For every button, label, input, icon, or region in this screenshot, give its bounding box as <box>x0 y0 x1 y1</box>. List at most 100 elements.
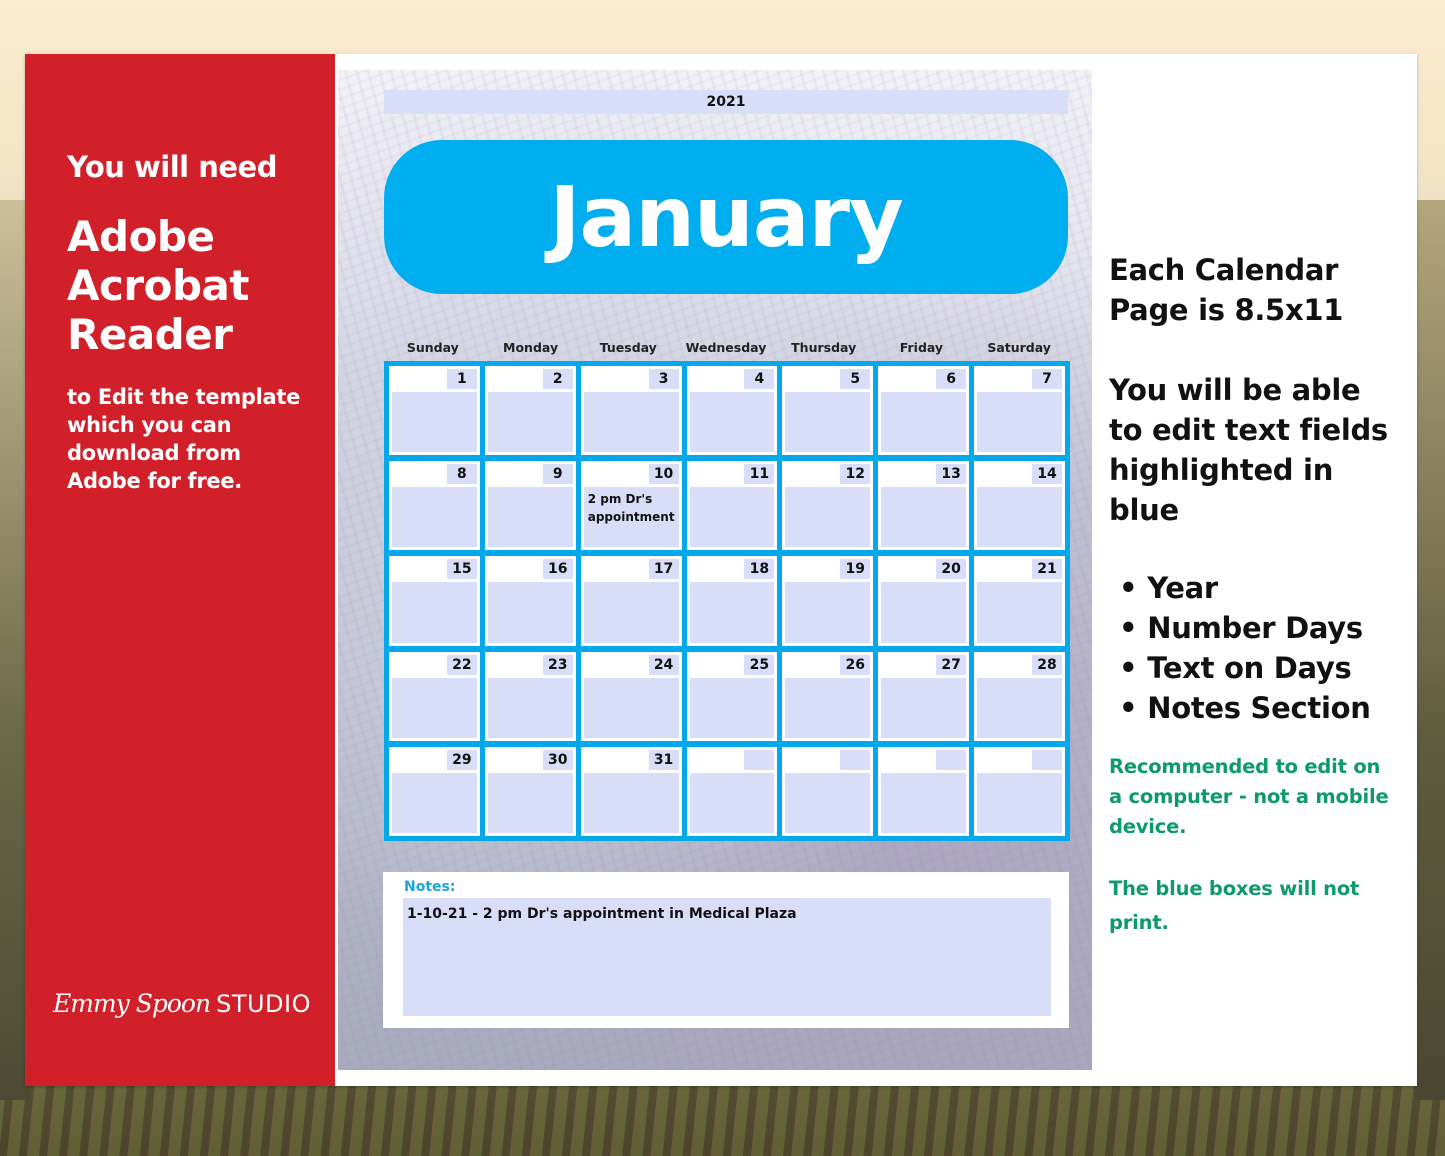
day-number-field[interactable]: 14 <box>1032 464 1062 485</box>
day-text-field[interactable] <box>785 772 871 833</box>
day-number-field[interactable]: 7 <box>1032 369 1062 389</box>
day-number-field[interactable]: 9 <box>542 464 573 485</box>
day-text-field[interactable] <box>583 392 679 453</box>
day-text-field[interactable] <box>785 392 871 453</box>
day-text-field[interactable] <box>785 677 871 738</box>
day-number-field[interactable]: 29 <box>446 749 477 770</box>
day-text-field[interactable] <box>881 582 967 643</box>
page-size-line: Page is 8.5x11 <box>1109 293 1344 327</box>
day-cell: 11 <box>686 461 778 551</box>
day-cell-header: 16 <box>488 559 573 580</box>
day-number-field[interactable]: 3 <box>648 369 679 389</box>
day-cell-header <box>785 749 871 771</box>
day-cell-header: 14 <box>977 464 1062 485</box>
day-number-field[interactable]: 21 <box>1032 559 1062 580</box>
day-number-field[interactable]: 8 <box>446 464 477 485</box>
day-cell: 1 <box>389 366 480 456</box>
day-number-field[interactable]: 13 <box>936 464 967 485</box>
day-cell-header: 23 <box>488 654 573 676</box>
day-number-field[interactable]: 28 <box>1032 654 1062 675</box>
day-text-field[interactable] <box>881 772 967 833</box>
day-cell: 16 <box>484 556 576 646</box>
notes-label: Notes: <box>404 879 456 895</box>
day-number-field[interactable]: 22 <box>446 654 477 675</box>
day-cell: 27 <box>878 651 970 741</box>
weekday-label: Wednesday <box>685 340 767 355</box>
day-number-field[interactable]: 16 <box>542 559 573 580</box>
day-number-field[interactable]: 24 <box>648 654 679 675</box>
editable-items-list: Year Number Days Text on Days Notes Sect… <box>1109 568 1409 728</box>
requirements-intro: You will need <box>67 150 277 184</box>
day-text-field[interactable] <box>583 677 679 738</box>
day-number-field[interactable]: 23 <box>542 654 573 675</box>
day-text-field[interactable] <box>689 487 775 548</box>
day-number-field[interactable]: 25 <box>744 654 775 675</box>
day-text-field[interactable] <box>487 677 573 738</box>
day-text-field[interactable]: 2 pm Dr's appointment <box>583 487 679 548</box>
notes-field[interactable]: 1-10-21 - 2 pm Dr's appointment in Medic… <box>403 898 1051 1016</box>
print-note-line: The blue boxes will not <box>1109 877 1360 900</box>
day-number-field[interactable]: 30 <box>542 749 573 770</box>
day-text-field[interactable] <box>392 487 477 548</box>
day-text-field[interactable] <box>689 392 775 453</box>
day-number-field[interactable]: 19 <box>840 559 871 580</box>
day-text-field[interactable] <box>487 582 573 643</box>
day-cell <box>878 746 970 836</box>
day-text-field[interactable] <box>392 582 477 643</box>
day-number-field[interactable]: 10 <box>648 464 679 485</box>
day-number-field[interactable] <box>840 749 871 770</box>
day-text-field[interactable] <box>689 677 775 738</box>
day-text-field[interactable] <box>881 487 967 548</box>
day-number-field[interactable]: 18 <box>744 559 775 580</box>
day-number-field[interactable]: 26 <box>840 654 871 675</box>
day-text-field[interactable] <box>881 677 967 738</box>
day-text-field[interactable] <box>392 772 477 833</box>
day-number-field[interactable] <box>936 749 967 770</box>
day-text-field[interactable] <box>785 487 871 548</box>
page-size-heading: Each Calendar Page is 8.5x11 <box>1109 250 1409 330</box>
day-number-field[interactable]: 15 <box>446 559 477 580</box>
day-number-field[interactable] <box>1032 749 1062 770</box>
day-number-field[interactable]: 1 <box>446 369 477 389</box>
day-cell-header: 28 <box>977 654 1062 676</box>
day-cell-header: 29 <box>392 749 477 771</box>
day-text-field[interactable] <box>689 772 775 833</box>
day-text-field[interactable] <box>487 392 573 453</box>
day-number-field[interactable]: 2 <box>542 369 573 389</box>
day-text-field[interactable] <box>583 582 679 643</box>
day-text-field[interactable] <box>881 392 967 453</box>
day-text-field[interactable] <box>977 677 1062 738</box>
day-cell-header: 12 <box>785 464 871 485</box>
day-cell <box>686 746 778 836</box>
day-text-field[interactable] <box>977 392 1062 453</box>
day-text-field[interactable] <box>392 677 477 738</box>
weekday-label: Tuesday <box>599 340 657 355</box>
day-cell-header <box>690 749 775 771</box>
day-number-field[interactable]: 31 <box>648 749 679 770</box>
logo-script: Emmy Spoon <box>53 989 211 1018</box>
day-number-field[interactable]: 17 <box>648 559 679 580</box>
year-field[interactable]: 2021 <box>384 90 1068 114</box>
day-number-field[interactable]: 27 <box>936 654 967 675</box>
day-text-field[interactable] <box>487 487 573 548</box>
day-text-field[interactable] <box>977 582 1062 643</box>
day-text-field[interactable] <box>392 392 477 453</box>
day-number-field[interactable]: 5 <box>840 369 871 389</box>
recommendation-note: Recommended to edit on a computer - not … <box>1109 752 1409 842</box>
day-number-field[interactable]: 6 <box>936 369 967 389</box>
day-cell: 8 <box>389 461 480 551</box>
day-text-field[interactable] <box>583 772 679 833</box>
day-number-field[interactable]: 11 <box>744 464 775 485</box>
day-cell: 17 <box>580 556 682 646</box>
day-number-field[interactable] <box>744 749 775 770</box>
weekday-label: Monday <box>503 340 559 355</box>
day-text-field[interactable] <box>785 582 871 643</box>
day-text-field[interactable] <box>977 772 1062 833</box>
day-cell: 30 <box>484 746 576 836</box>
day-text-field[interactable] <box>977 487 1062 548</box>
day-text-field[interactable] <box>689 582 775 643</box>
day-text-field[interactable] <box>487 772 573 833</box>
day-number-field[interactable]: 4 <box>744 369 775 389</box>
day-number-field[interactable]: 12 <box>840 464 871 485</box>
day-number-field[interactable]: 20 <box>936 559 967 580</box>
